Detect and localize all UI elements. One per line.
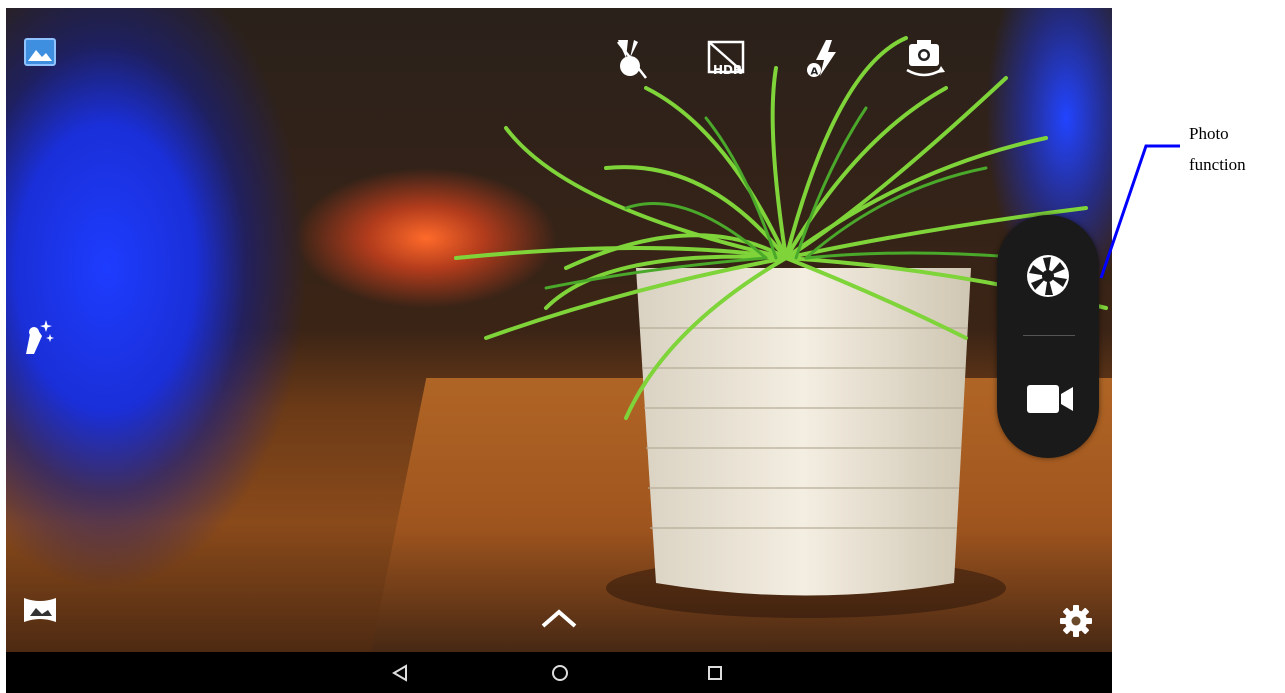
gallery-thumbnail-icon[interactable] xyxy=(24,38,56,66)
home-icon[interactable] xyxy=(551,664,569,682)
hdr-label: HDR xyxy=(713,63,742,77)
recents-icon[interactable] xyxy=(706,664,724,682)
gesture-peace-icon[interactable] xyxy=(612,36,648,80)
panorama-icon[interactable] xyxy=(22,596,58,624)
beauty-mode-icon[interactable] xyxy=(20,318,54,356)
mode-divider xyxy=(1023,335,1075,336)
capture-mode-switch xyxy=(997,215,1099,458)
switch-camera-icon[interactable] xyxy=(903,36,947,80)
camera-viewfinder[interactable]: HDR A xyxy=(6,8,1112,652)
video-camera-icon[interactable] xyxy=(1025,381,1077,417)
potted-plant-subject xyxy=(454,36,1108,618)
flash-auto-label: A xyxy=(811,67,819,78)
chevron-up-icon[interactable] xyxy=(539,606,579,630)
photo-function-label: Photo function xyxy=(1189,124,1246,174)
flash-auto-icon[interactable]: A xyxy=(806,36,842,80)
gear-icon[interactable] xyxy=(1058,603,1094,639)
shutter-aperture-icon[interactable] xyxy=(1025,253,1071,299)
back-icon[interactable] xyxy=(392,664,410,682)
hdr-off-icon[interactable]: HDR xyxy=(705,38,751,78)
camera-app-screen: HDR A xyxy=(6,8,1112,693)
system-nav-bar xyxy=(6,652,1112,693)
